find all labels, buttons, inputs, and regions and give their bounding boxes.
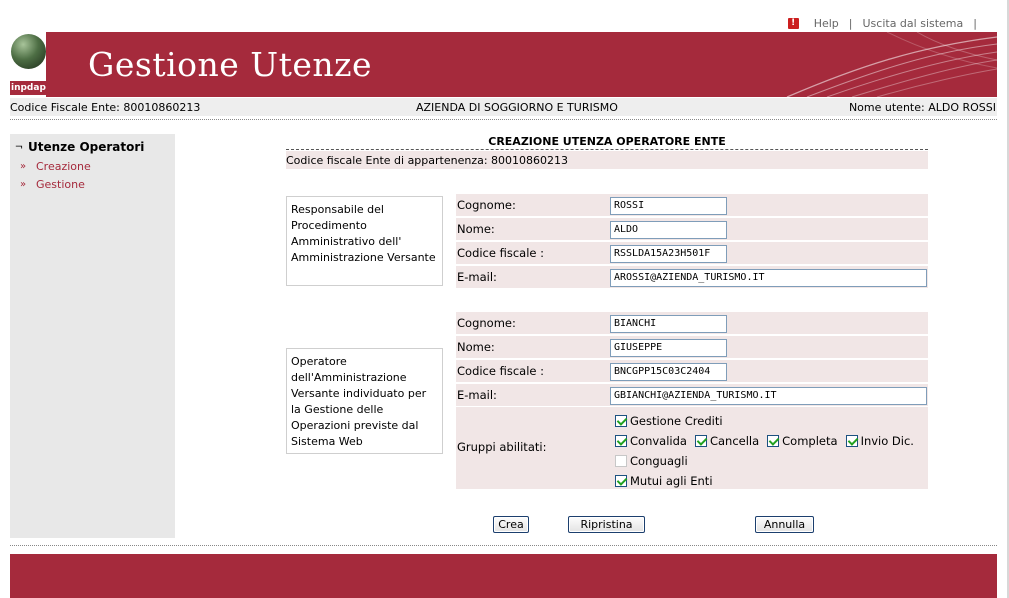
convalida-label: Convalida (630, 434, 687, 448)
divider-bottom (10, 545, 997, 546)
convalida-checkbox[interactable] (615, 435, 627, 447)
cancella-checkbox[interactable] (694, 435, 707, 447)
sidebar-item-label: Creazione (36, 159, 91, 173)
gruppi-line-1: Gestione Crediti (615, 414, 723, 428)
footer-bar (10, 554, 997, 598)
logo-text: inpdap (10, 81, 46, 95)
invio-dic-label: Invio Dic. (860, 434, 914, 448)
help-link[interactable]: Help (814, 17, 839, 30)
crea-button[interactable]: Crea (493, 516, 529, 533)
app-title: Gestione Utenze (88, 45, 373, 84)
gruppi-line-3: Conguagli (615, 454, 688, 468)
gruppi-abilitati-row: Gruppi abilitati: Gestione Crediti Conva… (456, 407, 928, 489)
responsabile-nome-input[interactable]: ALDO (610, 221, 727, 239)
ente-appartenenza-row: Codice fiscale Ente di appartenenza: 800… (286, 151, 928, 169)
sidebar-item-bullet: » (19, 178, 27, 190)
operatore-nome-row: Nome: GIUSEPPE (456, 336, 928, 358)
gruppi-line-4: Mutui agli Enti (615, 474, 713, 488)
invio-dic-checkbox[interactable] (845, 435, 858, 447)
help-alert-icon[interactable]: ! (787, 17, 799, 29)
gestione-crediti-label: Gestione Crediti (630, 414, 723, 428)
annulla-button[interactable]: Annulla (755, 516, 814, 533)
responsabile-email-input[interactable]: AROSSI@AZIENDA_TURISMO.IT (610, 269, 927, 287)
responsabile-cognome-row: Cognome: ROSSI (456, 194, 928, 216)
globe-icon (11, 34, 46, 69)
responsabile-cognome-input[interactable]: ROSSI (610, 197, 727, 215)
codice-fiscale-label: Codice fiscale : (457, 246, 545, 260)
gruppi-line-2: Convalida Cancella Completa Invio Dic. (615, 434, 914, 448)
email-label: E-mail: (457, 388, 497, 402)
responsabile-cf-row: Codice fiscale : RSSLDA15A23H501F (456, 242, 928, 264)
nome-label: Nome: (457, 340, 495, 354)
responsabile-nome-row: Nome: ALDO (456, 218, 928, 240)
operatore-nome-input[interactable]: GIUSEPPE (610, 339, 727, 357)
form-title: CREAZIONE UTENZA OPERATORE ENTE (286, 135, 928, 150)
top-link-separator-end: | (973, 16, 977, 30)
sidebar-title-bullet: ¬ (14, 141, 24, 153)
banner-swoosh-decoration (786, 32, 997, 97)
mutui-checkbox[interactable] (615, 475, 627, 487)
completa-checkbox[interactable] (767, 435, 780, 447)
inpdap-logo: inpdap (10, 32, 46, 97)
sidebar-title-label: Utenze Operatori (28, 140, 145, 154)
cognome-label: Cognome: (457, 316, 516, 330)
sidebar: ¬ Utenze Operatori » Creazione » Gestion… (10, 134, 175, 538)
operatore-description: Operatore dell'Amministrazione Versante … (286, 348, 443, 454)
info-bar: Codice Fiscale Ente: 80010860213 AZIENDA… (10, 98, 997, 116)
codice-fiscale-ente: Codice Fiscale Ente: 80010860213 (10, 100, 201, 114)
responsabile-cf-input[interactable]: RSSLDA15A23H501F (610, 245, 727, 263)
operatore-cf-row: Codice fiscale : BNCGPP15C03C2404 (456, 360, 928, 382)
top-links: ! Help | Uscita dal sistema | (787, 15, 987, 31)
operatore-cognome-input[interactable]: BIANCHI (610, 315, 727, 333)
responsabile-description: Responsabile del Procedimento Amministra… (286, 196, 443, 286)
conguagli-label: Conguagli (630, 454, 688, 468)
operatore-email-row: E-mail: GBIANCHI@AZIENDA_TURISMO.IT (456, 384, 928, 406)
mutui-label: Mutui agli Enti (630, 474, 713, 488)
email-label: E-mail: (457, 270, 497, 284)
operatore-cf-input[interactable]: BNCGPP15C03C2404 (610, 363, 727, 381)
sidebar-item-label: Gestione (36, 177, 85, 191)
codice-fiscale-label: Codice fiscale : (457, 364, 545, 378)
cognome-label: Cognome: (457, 198, 516, 212)
completa-label: Completa (782, 434, 838, 448)
gruppi-abilitati-label: Gruppi abilitati: (457, 440, 547, 454)
conguagli-checkbox[interactable] (615, 455, 627, 467)
divider-top (10, 119, 997, 120)
user-name: Nome utente: ALDO ROSSI (848, 100, 996, 114)
header-banner: inpdap Gestione Utenze (10, 32, 997, 97)
nome-label: Nome: (457, 222, 495, 236)
gestione-crediti-checkbox[interactable] (615, 415, 627, 427)
operatore-cognome-row: Cognome: BIANCHI (456, 312, 928, 334)
operatore-email-input[interactable]: GBIANCHI@AZIENDA_TURISMO.IT (610, 387, 927, 405)
exit-link[interactable]: Uscita dal sistema (863, 17, 964, 30)
sidebar-title: ¬ Utenze Operatori (10, 139, 175, 155)
cancella-label: Cancella (709, 434, 760, 448)
sidebar-item-creazione[interactable]: » Creazione (10, 157, 175, 175)
sidebar-item-bullet: » (19, 160, 27, 172)
top-link-separator: | (848, 16, 853, 30)
sidebar-item-gestione[interactable]: » Gestione (10, 175, 175, 193)
ripristina-button[interactable]: Ripristina (568, 516, 645, 533)
ente-name: AZIENDA DI SOGGIORNO E TURISMO (416, 100, 618, 114)
responsabile-email-row: E-mail: AROSSI@AZIENDA_TURISMO.IT (456, 266, 928, 288)
